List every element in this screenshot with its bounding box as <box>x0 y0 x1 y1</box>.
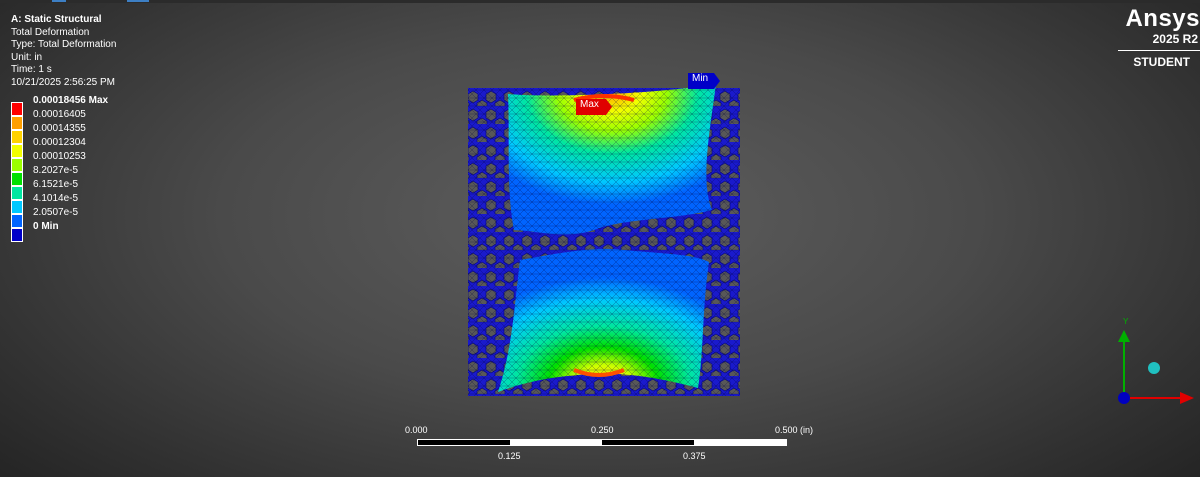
legend-label: 4.1014e-5 <box>33 193 79 204</box>
ansys-branding: Ansys 2025 R2 STUDENT <box>1110 6 1200 69</box>
legend-label: 0.00012304 <box>33 137 86 148</box>
legend-label: 0 Min <box>33 221 59 232</box>
scale-bar-track <box>417 439 787 446</box>
y-axis-label: Y <box>1123 317 1129 326</box>
version-label: 2025 R2 <box>1152 32 1198 46</box>
brand-divider <box>1118 50 1200 51</box>
legend-swatch <box>11 228 23 242</box>
legend-swatch <box>11 200 23 214</box>
scale-label-250: 0.250 <box>591 425 614 435</box>
scale-label-375: 0.375 <box>683 451 706 461</box>
legend-label: 0.00016405 <box>33 109 86 120</box>
result-info: A: Static Structural Total Deformation T… <box>11 14 116 90</box>
legend-swatch <box>11 214 23 228</box>
legend-label: 8.2027e-5 <box>33 165 79 176</box>
coordinate-triad[interactable]: Y <box>1110 310 1200 410</box>
result-time: Time: 1 s <box>11 64 52 76</box>
legend-swatch <box>11 158 23 172</box>
model-viewport[interactable] <box>464 70 744 400</box>
legend-swatch <box>11 172 23 186</box>
max-probe-label: Max <box>580 99 599 110</box>
legend-swatch <box>11 130 23 144</box>
legend-label: 6.1521e-5 <box>33 179 79 190</box>
min-probe-label: Min <box>692 73 709 84</box>
scale-bar: 0.000 0.250 0.500 (in) 0.125 0.375 <box>395 425 815 461</box>
legend-swatch <box>11 116 23 130</box>
ansys-logo: Ansys <box>1125 5 1200 32</box>
legend-label: 0.00018456 Max <box>33 95 109 106</box>
legend-swatch <box>11 186 23 200</box>
analysis-title: A: Static Structural <box>11 14 102 25</box>
result-type: Type: Total Deformation <box>11 39 117 51</box>
result-unit: Unit: in <box>11 51 43 63</box>
legend-swatch <box>11 102 23 116</box>
max-probe[interactable]: Max <box>576 99 612 115</box>
legend-label: 2.0507e-5 <box>33 207 79 218</box>
legend-label: 0.00014355 <box>33 123 86 134</box>
result-name: Total Deformation <box>11 26 90 38</box>
toolbar-strip <box>0 0 1200 3</box>
scale-label-125: 0.125 <box>498 451 521 461</box>
edition-label: STUDENT <box>1133 55 1190 69</box>
legend-swatch <box>11 144 23 158</box>
scale-label-0: 0.000 <box>405 425 428 435</box>
legend-label: 0.00010253 <box>33 151 86 162</box>
result-timestamp: 10/21/2025 2:56:25 PM <box>11 76 115 88</box>
min-probe[interactable]: Min <box>688 73 720 89</box>
scale-label-500: 0.500 (in) <box>775 425 814 435</box>
